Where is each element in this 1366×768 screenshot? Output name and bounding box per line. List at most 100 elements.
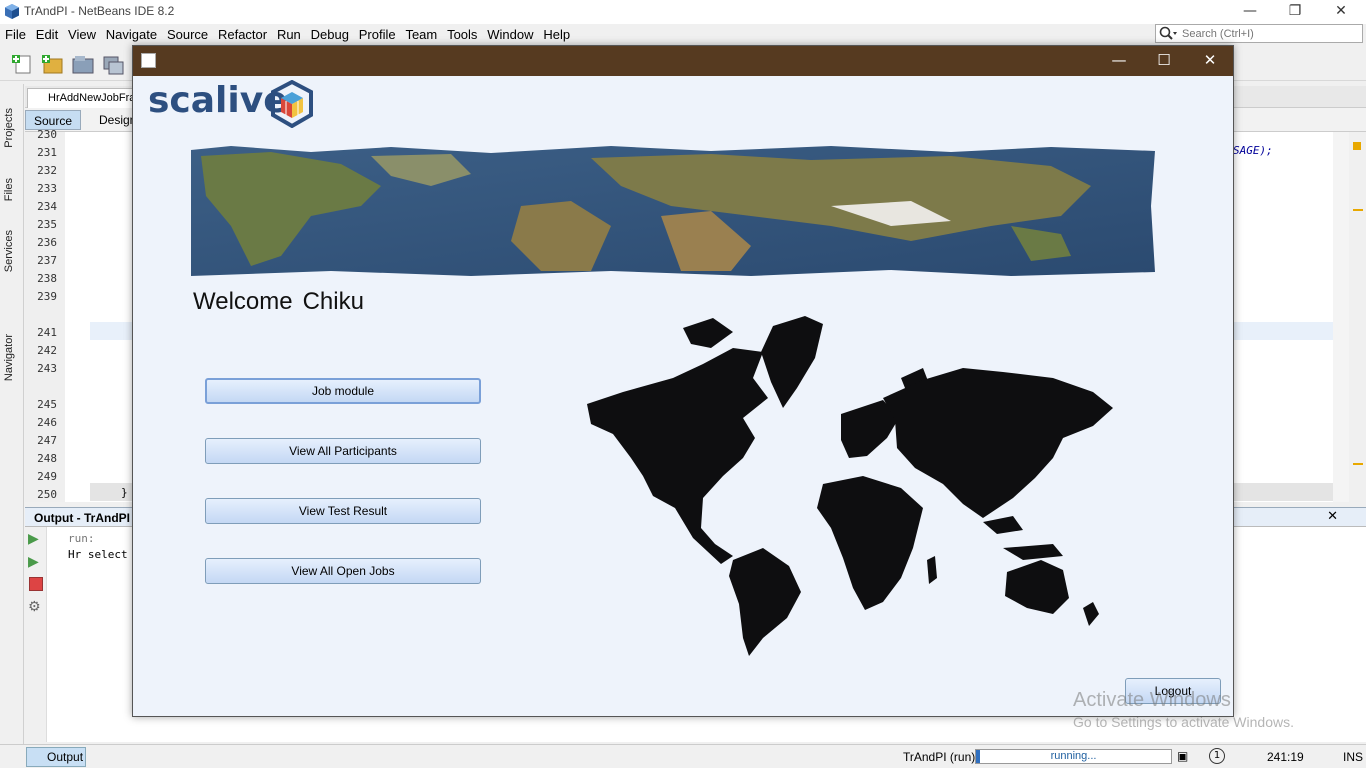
job-module-button[interactable]: Job module (205, 378, 481, 404)
ide-search-box[interactable] (1155, 24, 1363, 43)
line-number: 232 (37, 164, 57, 177)
line-number: 249 (37, 470, 57, 483)
user-name: Chiku (302, 288, 364, 315)
netbeans-cube-icon (5, 4, 19, 19)
files-tab[interactable]: Files (3, 178, 15, 201)
close-project-icon[interactable] (101, 53, 125, 75)
progress-fill (976, 750, 980, 763)
app-window: — ☐ ✕ scalive Welcome Chiku Job module V… (132, 45, 1234, 717)
line-number: 231 (37, 146, 57, 159)
menu-file[interactable]: File (2, 24, 29, 45)
rerun-icon[interactable]: ▶ (28, 531, 39, 547)
netbeans-ide-window: TrAndPI - NetBeans IDE 8.2 — ❐ ✕ File Ed… (0, 0, 1366, 768)
menu-profile[interactable]: Profile (356, 24, 399, 45)
cancel-task-icon[interactable]: ▣ (1177, 749, 1188, 763)
menu-view[interactable]: View (65, 24, 99, 45)
output-title: Output - TrAndPI ( (34, 511, 138, 525)
notifications-icon[interactable]: 1 (1209, 748, 1225, 764)
projects-tab[interactable]: Projects (3, 108, 15, 148)
line-number: 238 (37, 272, 57, 285)
line-number: 243 (37, 362, 57, 375)
line-number: 236 (37, 236, 57, 249)
run-progress-bar: running... (975, 749, 1172, 764)
output-line: Hr select (68, 548, 128, 561)
line-number: 246 (37, 416, 57, 429)
editor-vscrollbar[interactable] (1333, 132, 1349, 502)
welcome-label: Welcome (193, 288, 293, 315)
line-number: 235 (37, 218, 57, 231)
line-number: 242 (37, 344, 57, 357)
line-number: 250 (37, 488, 57, 501)
warning-mark-icon[interactable] (1353, 209, 1363, 211)
output-toggle-label: Output (47, 750, 84, 764)
output-line: run: (68, 532, 95, 545)
menu-team[interactable]: Team (402, 24, 440, 45)
menu-refactor[interactable]: Refactor (215, 24, 270, 45)
view-all-participants-button[interactable]: View All Participants (205, 438, 481, 464)
line-number: 241 (37, 326, 57, 339)
menu-tools[interactable]: Tools (444, 24, 480, 45)
menu-run[interactable]: Run (274, 24, 304, 45)
new-file-icon[interactable] (10, 53, 34, 75)
menu-help[interactable]: Help (540, 24, 573, 45)
menu-debug[interactable]: Debug (308, 24, 352, 45)
warning-mark-icon[interactable] (1353, 463, 1363, 465)
line-number: 245 (37, 398, 57, 411)
caret-position: 241:19 (1267, 750, 1304, 764)
minimize-button[interactable]: — (1227, 0, 1273, 24)
logo-cube-icon (271, 80, 313, 128)
app-close-button[interactable]: ✕ (1187, 46, 1233, 76)
menu-edit[interactable]: Edit (33, 24, 61, 45)
open-project-icon[interactable] (71, 53, 95, 75)
menu-window[interactable]: Window (484, 24, 536, 45)
logo-wordmark: scalive (148, 80, 288, 121)
restore-button[interactable]: ❐ (1272, 0, 1318, 24)
welcome-heading: Welcome Chiku (193, 288, 364, 316)
search-icon (1159, 26, 1177, 40)
services-tab[interactable]: Services (3, 230, 15, 272)
code-constant: SAGE); (1233, 144, 1273, 157)
code-text: SAGE); (1233, 144, 1273, 157)
app-maximize-button[interactable]: ☐ (1141, 46, 1187, 76)
warning-mark-icon[interactable] (1353, 142, 1361, 150)
stop-icon[interactable] (29, 577, 43, 591)
rerun-with-options-icon[interactable]: ▶ (28, 554, 39, 570)
ide-title-bar: TrAndPI - NetBeans IDE 8.2 — ❐ ✕ (0, 0, 1366, 24)
editor-tab-label: HrAddNewJobFra (48, 92, 136, 104)
navigator-tab[interactable]: Navigator (3, 334, 15, 381)
code-brace: } (121, 486, 128, 499)
search-input[interactable] (1182, 26, 1360, 41)
progress-text: running... (1050, 750, 1097, 762)
output-toolbar: ▶ ▶ ⚙ (25, 527, 47, 742)
line-number: 248 (37, 452, 57, 465)
java-icon (141, 53, 156, 68)
error-stripe (1349, 132, 1366, 502)
view-test-result-button[interactable]: View Test Result (205, 498, 481, 524)
output-toggle-button[interactable]: Output (26, 747, 86, 767)
line-number: 234 (37, 200, 57, 213)
world-map-banner (191, 146, 1155, 276)
world-map-illustration (587, 316, 1113, 656)
status-bar: Output TrAndPI (run) running... ▣ 1 241:… (0, 744, 1366, 768)
line-number: 247 (37, 434, 57, 447)
line-number: 233 (37, 182, 57, 195)
app-title-bar: — ☐ ✕ (133, 46, 1233, 76)
close-button[interactable]: ✕ (1318, 0, 1364, 24)
line-number: 239 (37, 290, 57, 303)
app-minimize-button[interactable]: — (1096, 46, 1142, 76)
close-output-icon[interactable]: ✕ (1327, 509, 1338, 524)
view-all-open-jobs-button[interactable]: View All Open Jobs (205, 558, 481, 584)
line-number: 237 (37, 254, 57, 267)
scalive-logo: scalive (148, 80, 318, 130)
line-number: 230 (37, 128, 57, 141)
settings-icon[interactable]: ⚙ (28, 599, 41, 615)
new-project-icon[interactable] (40, 53, 64, 75)
menu-navigate[interactable]: Navigate (103, 24, 160, 45)
insert-mode: INS (1343, 750, 1364, 764)
ide-window-title: TrAndPI - NetBeans IDE 8.2 (24, 4, 175, 18)
editor-tab-file[interactable]: HrAddNewJobFra (27, 88, 137, 108)
activation-watermark-subtitle: Go to Settings to activate Windows. (1073, 714, 1294, 730)
tab-source[interactable]: Source (25, 110, 82, 130)
menu-source[interactable]: Source (164, 24, 211, 45)
running-project-label: TrAndPI (run) (903, 750, 976, 764)
